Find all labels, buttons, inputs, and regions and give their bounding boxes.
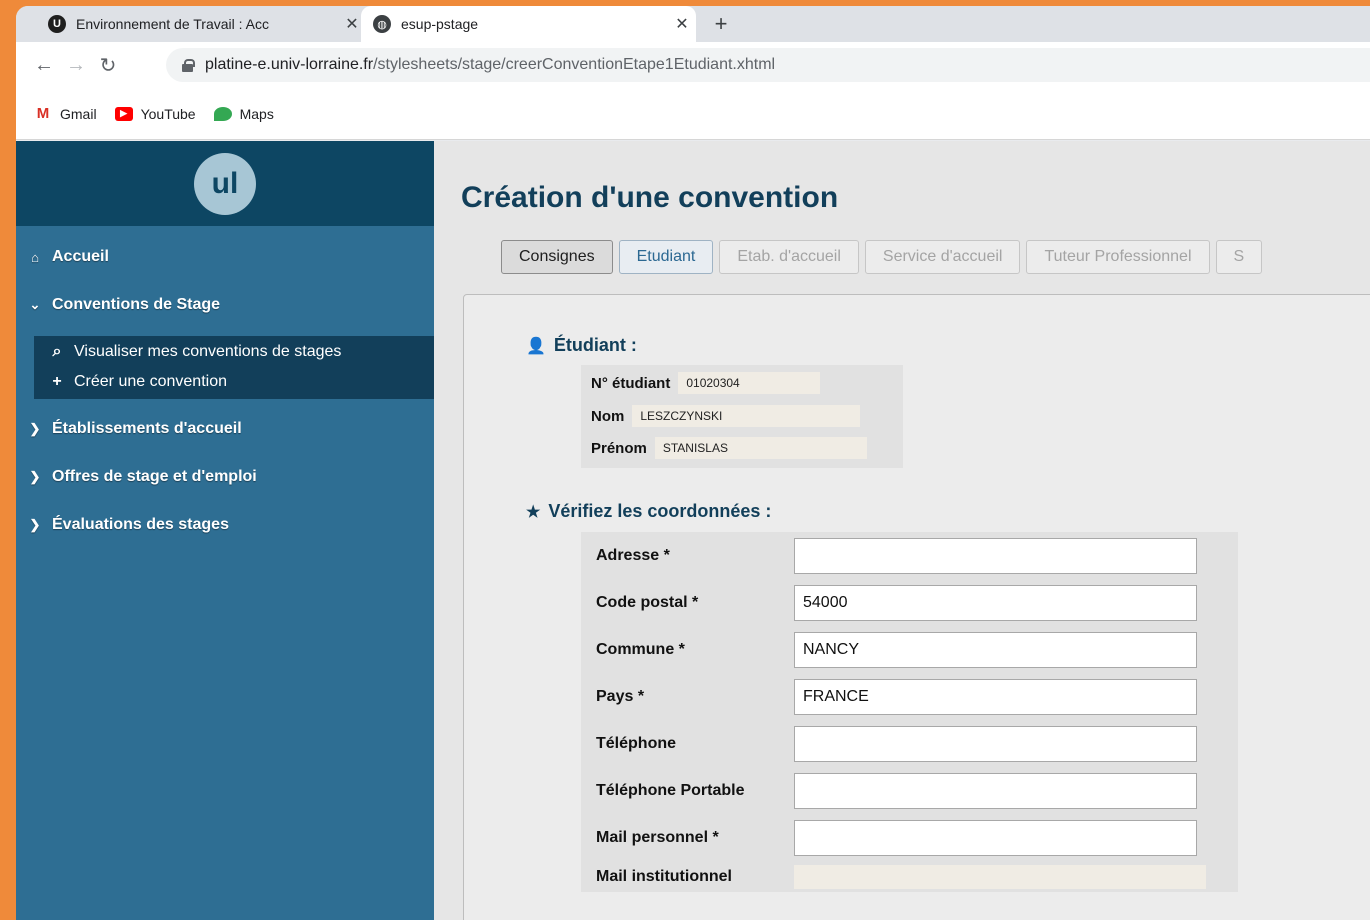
tab-service-accueil[interactable]: Service d'accueil	[864, 240, 1021, 274]
phone-row: Téléphone	[581, 720, 1238, 767]
country-row: Pays * FRANCE	[581, 673, 1238, 720]
phone-input[interactable]	[794, 725, 1197, 762]
mobile-phone-input[interactable]	[794, 772, 1197, 809]
tab-consignes[interactable]: Consignes	[501, 240, 613, 274]
address-bar[interactable]: platine-e.univ-lorraine.fr/stylesheets/s…	[166, 48, 1370, 82]
bookmark-youtube[interactable]: ▶ YouTube	[114, 106, 196, 122]
browser-tab-esup[interactable]: ◍ esup-pstage ✕	[361, 6, 696, 42]
url-text: platine-e.univ-lorraine.fr/stylesheets/s…	[205, 56, 776, 73]
address-row: Adresse *	[581, 532, 1238, 579]
student-number-row: N° étudiant 01020304	[591, 372, 821, 394]
tab-title: esup-pstage	[401, 16, 479, 32]
coordinates-form: Adresse * Code postal * 54000 Commune * …	[581, 532, 1238, 892]
chevron-right-icon: ❯	[29, 469, 41, 484]
student-info: N° étudiant 01020304 Nom LESZCZYNSKI Pré…	[581, 365, 903, 468]
tab-etudiant[interactable]: Etudiant	[618, 240, 714, 274]
address-input[interactable]	[794, 537, 1197, 574]
commune-row: Commune * NANCY	[581, 626, 1238, 673]
sidebar-item-evaluations[interactable]: ❯ Évaluations des stages	[16, 516, 229, 534]
institutional-email-value	[794, 864, 1206, 889]
university-logo: ul	[194, 152, 256, 215]
personal-email-input[interactable]	[794, 819, 1197, 856]
wizard-tabs: Consignes Etudiant Etab. d'accueil Servi…	[501, 240, 1268, 274]
student-number-value: 01020304	[678, 372, 821, 394]
tab-next-partial[interactable]: S	[1215, 240, 1263, 274]
student-firstname-row: Prénom STANISLAS	[591, 437, 867, 459]
forward-icon[interactable]: →	[60, 54, 92, 77]
chevron-down-icon: ⌄	[29, 297, 41, 312]
tab-title: Environnement de Travail : Acc	[76, 16, 269, 32]
close-icon[interactable]: ✕	[668, 14, 696, 34]
new-tab-button[interactable]: +	[706, 6, 736, 42]
gmail-icon: M	[34, 105, 52, 122]
lock-icon	[182, 58, 195, 72]
postal-code-row: Code postal * 54000	[581, 579, 1238, 626]
sidebar: ul ⌂ Accueil ⌄ Conventions de Stage ⌕ Vi…	[16, 141, 434, 920]
bookmark-maps[interactable]: Maps	[213, 106, 274, 122]
star-icon: ★	[526, 503, 541, 521]
browser-tab-ent[interactable]: U Environnement de Travail : Acc ✕	[36, 6, 366, 42]
student-section-title: 👤 Étudiant :	[526, 335, 637, 355]
user-icon: 👤	[526, 337, 546, 355]
home-icon: ⌂	[31, 249, 39, 265]
sidebar-item-etablissements[interactable]: ❯ Établissements d'accueil	[16, 420, 242, 438]
chevron-right-icon: ❯	[29, 421, 41, 436]
sidebar-item-offres[interactable]: ❯ Offres de stage et d'emploi	[16, 468, 257, 486]
main-content: Création d'une convention Consignes Etud…	[434, 141, 1370, 920]
student-lastname-value: LESZCZYNSKI	[632, 405, 861, 427]
plus-icon: +	[52, 373, 62, 390]
country-input[interactable]: FRANCE	[794, 678, 1197, 715]
maps-icon	[213, 106, 232, 121]
ul-icon: U	[48, 15, 66, 33]
institutional-email-row: Mail institutionnel	[581, 853, 1238, 900]
chevron-right-icon: ❯	[29, 517, 41, 532]
youtube-icon: ▶	[114, 106, 133, 121]
bookmark-gmail[interactable]: M Gmail	[34, 105, 97, 122]
coordinates-section-title: ★ Vérifiez les coordonnées :	[526, 501, 772, 521]
sidebar-subitem-creer[interactable]: + Créer une convention	[48, 373, 227, 391]
page-title: Création d'une convention	[461, 181, 839, 214]
postal-code-input[interactable]: 54000	[794, 584, 1197, 621]
search-icon: ⌕	[52, 343, 62, 360]
student-lastname-row: Nom LESZCZYNSKI	[591, 405, 861, 427]
bookmarks-bar: M Gmail ▶ YouTube Maps	[16, 88, 1370, 140]
conventions-submenu: ⌕ Visualiser mes conventions de stages +…	[34, 336, 434, 399]
sidebar-item-conventions[interactable]: ⌄ Conventions de Stage	[16, 296, 220, 314]
sidebar-item-accueil[interactable]: ⌂ Accueil	[16, 248, 109, 266]
sidebar-subitem-visualiser[interactable]: ⌕ Visualiser mes conventions de stages	[48, 343, 342, 361]
form-panel: 👤 Étudiant : N° étudiant 01020304 Nom LE…	[463, 294, 1370, 920]
tab-etab-accueil[interactable]: Etab. d'accueil	[719, 240, 859, 274]
sidebar-header: ul	[16, 141, 434, 226]
back-icon[interactable]: ←	[28, 54, 60, 77]
student-firstname-value: STANISLAS	[654, 437, 867, 459]
tab-strip: U Environnement de Travail : Acc ✕ ◍ esu…	[16, 6, 1370, 42]
globe-icon: ◍	[373, 15, 391, 33]
commune-input[interactable]: NANCY	[794, 631, 1197, 668]
browser-toolbar: ← → ↻ platine-e.univ-lorraine.fr/stylesh…	[16, 42, 1370, 88]
mobile-phone-row: Téléphone Portable	[581, 767, 1238, 814]
reload-icon[interactable]: ↻	[92, 53, 124, 78]
tab-tuteur-professionnel[interactable]: Tuteur Professionnel	[1026, 240, 1210, 274]
browser-window: U Environnement de Travail : Acc ✕ ◍ esu…	[16, 6, 1370, 920]
